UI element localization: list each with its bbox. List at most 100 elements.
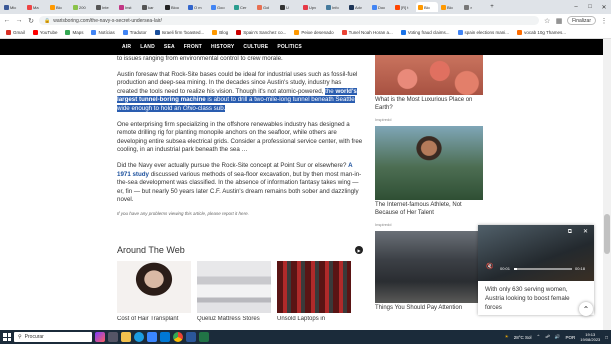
sidebar-item[interactable]: The Internet-famous Athlete, Not Because…: [375, 126, 485, 227]
browser-tab[interactable]: Ma: [25, 2, 47, 12]
ad-caption: Unsold Laptops in: [277, 316, 326, 322]
wifi-icon[interactable]: ☍: [545, 334, 550, 340]
chrome-icon[interactable]: [173, 332, 183, 342]
ad-card[interactable]: Cost of Hair Transplant: [117, 261, 191, 322]
tab-label: Mic: [10, 4, 17, 10]
browser-tab[interactable]: Goo: [209, 2, 231, 12]
news-app-icon[interactable]: [95, 332, 105, 342]
video-progress[interactable]: [514, 268, 572, 270]
scrollbar-thumb[interactable]: [604, 214, 610, 254]
star-icon[interactable]: ☆: [543, 17, 551, 25]
weather-text[interactable]: 28°C Sol: [514, 335, 532, 340]
tab-favicon-icon: [50, 4, 55, 10]
browser-tab[interactable]: Info: [324, 2, 346, 12]
browser-tab[interactable]: Bloo: [163, 2, 185, 12]
ad-card[interactable]: Unsold Laptops in: [277, 261, 351, 322]
bookmark-item[interactable]: Spain's Sanchez co...: [236, 30, 286, 35]
windows-start-icon[interactable]: [3, 333, 11, 341]
tray-chevron-icon[interactable]: ⌃: [537, 334, 541, 340]
browser-tab[interactable]: Blo: [48, 2, 70, 12]
weather-icon[interactable]: ☀: [505, 334, 509, 340]
forward-icon[interactable]: →: [15, 17, 23, 24]
site-nav-culture[interactable]: CULTURE: [243, 44, 268, 50]
site-nav-sea[interactable]: SEA: [164, 44, 175, 50]
bookmark-item[interactable]: Voting fraud claims...: [400, 30, 450, 35]
page-scrollbar[interactable]: [603, 39, 611, 330]
sidebar-title: The Internet-famous Athlete, Not Because…: [375, 202, 462, 216]
task-view-icon[interactable]: [108, 332, 118, 342]
tab-favicon-icon: [418, 4, 423, 10]
video-screen[interactable]: ⧉ ✕ 🔇 00:01 00:18: [478, 225, 594, 281]
volume-icon[interactable]: 🔊: [555, 334, 561, 340]
bookmark-item[interactable]: Tradutor: [122, 30, 147, 35]
tab-favicon-icon: [96, 4, 101, 10]
close-window-button[interactable]: ✕: [597, 4, 611, 11]
mute-icon[interactable]: 🔇: [486, 263, 493, 270]
bookmark-item[interactable]: Israeli firm 'boasted...: [154, 30, 204, 35]
ad-card[interactable]: Queluz Mattress Stores: [197, 261, 271, 322]
url-field[interactable]: 🔒 warisboring.com/the-navy-s-secret-unde…: [39, 16, 540, 25]
browser-tab[interactable]: O m: [186, 2, 208, 12]
adchoices-icon[interactable]: ▶: [355, 246, 363, 254]
site-nav-air[interactable]: AIR: [122, 44, 131, 50]
finish-button[interactable]: Finalizar: [567, 16, 596, 25]
browser-tab[interactable]: U: [278, 2, 300, 12]
close-icon[interactable]: ✕: [583, 228, 588, 235]
browser-tab[interactable]: Mic: [2, 2, 24, 12]
word-icon[interactable]: [186, 332, 196, 342]
site-nav-front[interactable]: FRONT: [184, 44, 202, 50]
browser-tab[interactable]: 200: [71, 2, 93, 12]
mail-icon[interactable]: [160, 332, 170, 342]
browser-tab[interactable]: Gol: [255, 2, 277, 12]
sidebar-item[interactable]: What is the Most Luxurious Place on Eart…: [375, 55, 485, 122]
around-the-web: Around The Web ▶ Cost of Hair Transplant…: [117, 245, 363, 322]
minimize-button[interactable]: –: [569, 4, 583, 10]
browser-tab[interactable]: ×: [462, 2, 484, 12]
browser-tab[interactable]: Doc: [370, 2, 392, 12]
browser-tab[interactable]: Adv: [347, 2, 369, 12]
site-nav-land[interactable]: LAND: [140, 44, 155, 50]
browser-tab[interactable]: Inte: [94, 2, 116, 12]
language-indicator[interactable]: POR: [565, 335, 575, 340]
back-icon[interactable]: ←: [3, 17, 11, 24]
bookmark-item[interactable]: Blog: [212, 30, 228, 35]
notifications-icon[interactable]: □: [605, 335, 608, 340]
browser-tab[interactable]: Cer: [232, 2, 254, 12]
taskbar-search[interactable]: ⚲ Procurar: [14, 332, 92, 342]
bookmark-item[interactable]: Peixe desenado: [294, 30, 334, 35]
site-nav-history[interactable]: HISTORY: [211, 44, 234, 50]
bookmark-label: Maps: [72, 30, 84, 35]
browser-tab[interactable]: [R] t: [393, 2, 415, 12]
bookmark-item[interactable]: Notícias: [91, 30, 115, 35]
store-icon[interactable]: [147, 332, 157, 342]
bookmark-item[interactable]: Tunel Noah Horan a...: [341, 30, 393, 35]
file-explorer-icon[interactable]: [121, 332, 131, 342]
bookmark-favicon-icon: [517, 30, 523, 35]
floating-video-player[interactable]: ⧉ ✕ 🔇 00:01 00:18 With only 630 serving …: [478, 225, 594, 315]
sidebar-item[interactable]: Things You Should Pay Attention: [375, 231, 485, 313]
new-tab-button[interactable]: +: [485, 4, 499, 10]
report-note[interactable]: If you have any problems viewing this ar…: [117, 210, 363, 219]
site-nav-politics[interactable]: POLITICS: [277, 44, 302, 50]
bookmark-item[interactable]: YouTube: [32, 30, 57, 35]
browser-tab[interactable]: Blo: [439, 2, 461, 12]
bookmark-item[interactable]: Maps: [65, 30, 83, 35]
reload-icon[interactable]: ↻: [27, 17, 35, 25]
browser-tab[interactable]: Blo: [416, 2, 438, 12]
browser-tab[interactable]: kar: [140, 2, 162, 12]
browser-tab[interactable]: Upv: [301, 2, 323, 12]
browser-tab[interactable]: Inst: [117, 2, 139, 12]
scroll-to-top-button[interactable]: ⌃: [579, 302, 593, 316]
lock-icon: 🔒: [44, 17, 51, 24]
maximize-button[interactable]: □: [583, 4, 597, 10]
bookmark-item[interactable]: vocab 10g Thames...: [517, 30, 566, 35]
edge-icon[interactable]: [134, 332, 144, 342]
extensions-icon[interactable]: ▦: [555, 17, 563, 25]
pip-icon[interactable]: ⧉: [568, 229, 572, 236]
tab-favicon-icon: [257, 4, 262, 10]
bookmark-item[interactable]: Gmail: [6, 30, 25, 35]
excel-icon[interactable]: [199, 332, 209, 342]
menu-icon[interactable]: ⋮: [600, 17, 608, 25]
clock[interactable]: 19:13 19/08/2023: [580, 332, 600, 342]
bookmark-item[interactable]: spain elections mani...: [457, 30, 509, 35]
